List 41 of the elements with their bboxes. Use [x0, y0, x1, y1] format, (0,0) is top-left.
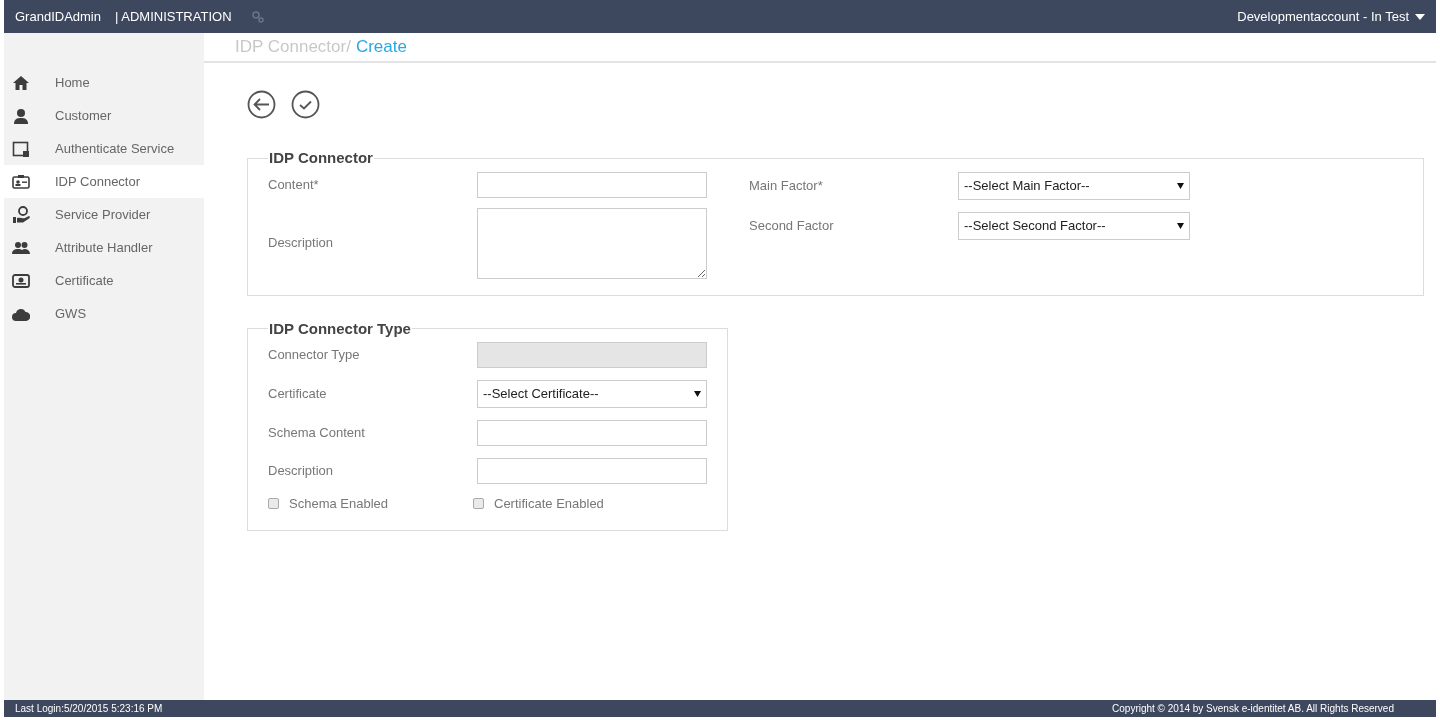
dropdown[interactable]: --Select Main Factor-- — [958, 171, 1190, 200]
field-label: Connector Type — [268, 346, 361, 365]
text-input[interactable] — [477, 458, 707, 484]
panel-title: IDP Connector Type — [268, 318, 412, 339]
caret-icon — [694, 391, 701, 397]
field-label: Certificate — [268, 385, 328, 404]
hand-icon — [12, 205, 30, 224]
window-lock-icon — [12, 139, 30, 158]
text-input[interactable] — [477, 171, 707, 198]
account-menu[interactable]: Developmentaccount - In Test — [1237, 6, 1425, 27]
app-name[interactable]: GrandIDAdmin — [15, 6, 101, 27]
field-label: Description — [268, 462, 335, 481]
field-label: Content* — [268, 175, 320, 194]
checkbox[interactable] — [473, 498, 484, 510]
breadcrumb-current: Create — [355, 36, 407, 59]
last-login-text: Last Login:5/20/2015 5:23:16 PM — [15, 702, 163, 716]
dropdown[interactable]: --Select Second Factor-- — [958, 211, 1190, 240]
checkbox-label: Schema Enabled — [289, 495, 388, 513]
home-icon — [12, 73, 30, 92]
text-input[interactable] — [477, 420, 707, 446]
certificate-icon — [12, 271, 30, 290]
back-button[interactable] — [247, 90, 276, 119]
section-title: | ADMINISTRATION — [115, 7, 232, 26]
checkbox[interactable] — [268, 498, 279, 510]
dropdown[interactable]: --Select Certificate-- — [477, 380, 707, 408]
user-icon — [12, 106, 30, 125]
panel-title: IDP Connector — [268, 148, 374, 168]
checkbox-label: Certificate Enabled — [494, 495, 604, 513]
id-card-icon — [12, 172, 30, 191]
field-label: Schema Content — [268, 424, 366, 443]
copyright-text: Copyright © 2014 by Svensk e-identitet AB. All Rights Reserved — [1112, 702, 1394, 716]
caret-icon — [1177, 182, 1184, 189]
field-label: Main Factor* — [749, 176, 824, 195]
sidebar-item[interactable]: IDP Connector — [4, 165, 204, 198]
save-button[interactable] — [291, 90, 320, 119]
field-label: Second Factor — [749, 216, 835, 235]
gear-icon — [251, 10, 264, 23]
caret-icon — [1415, 13, 1425, 20]
field-label: Description — [268, 234, 335, 253]
description-input[interactable] — [477, 207, 707, 279]
caret-icon — [1177, 222, 1184, 229]
